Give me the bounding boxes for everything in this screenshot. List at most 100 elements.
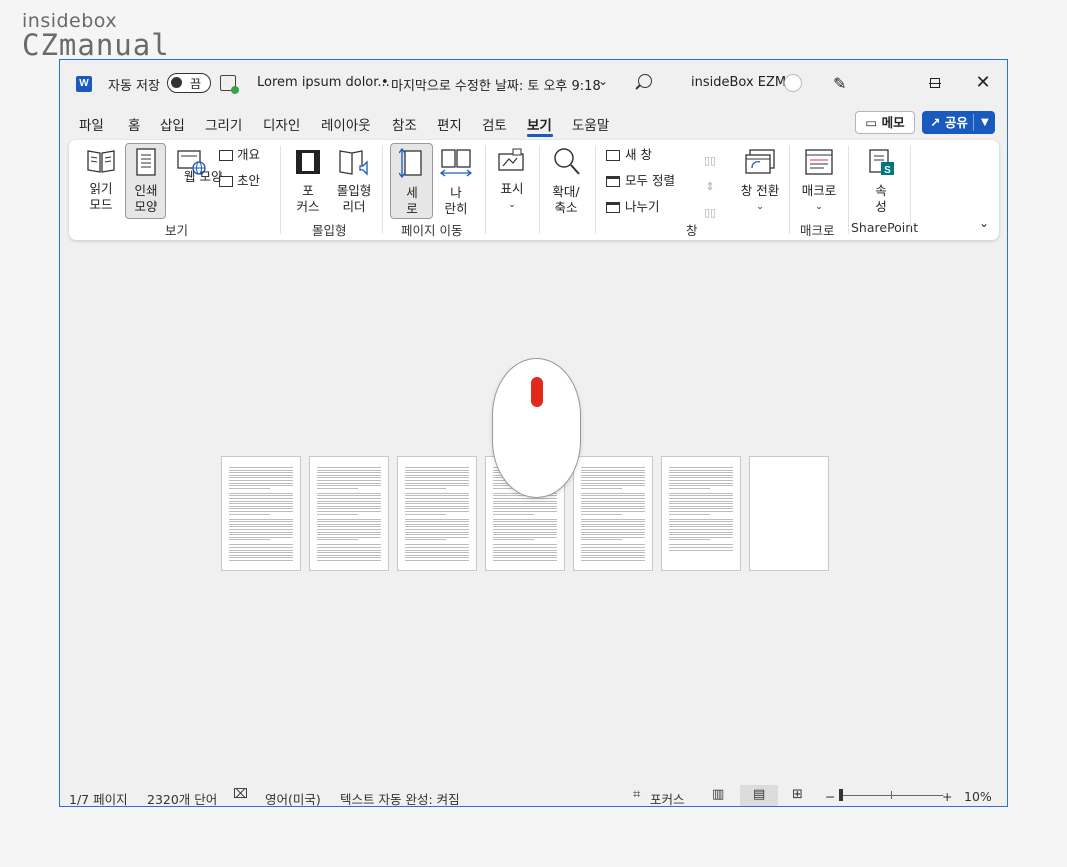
text-line bbox=[229, 474, 293, 476]
page-thumbnail[interactable] bbox=[661, 456, 741, 571]
save-icon[interactable] bbox=[220, 75, 239, 94]
vertical-button[interactable]: 세 로 bbox=[391, 147, 433, 217]
text-line bbox=[405, 557, 469, 559]
text-line bbox=[493, 498, 557, 499]
print-layout-button[interactable]: 인쇄 모양 bbox=[126, 148, 166, 215]
properties-button[interactable]: S 속 성 bbox=[859, 148, 903, 215]
avatar[interactable] bbox=[784, 74, 802, 92]
tab-view[interactable]: 보기 bbox=[527, 114, 552, 134]
text-line bbox=[405, 498, 469, 499]
document-title[interactable]: Lorem ipsum dolor... bbox=[257, 75, 390, 90]
tab-review[interactable]: 검토 bbox=[482, 114, 507, 134]
user-name[interactable]: insideBox EZM bbox=[691, 75, 786, 90]
side-by-side-button[interactable]: 나 란히 bbox=[437, 148, 475, 217]
arrange-all-button[interactable]: 모두 정렬 bbox=[606, 173, 675, 189]
page-thumbnail[interactable] bbox=[573, 456, 653, 571]
language[interactable]: 영어(미국) bbox=[265, 789, 321, 806]
focus-mode-label[interactable]: 포커스 bbox=[650, 789, 685, 806]
tab-design[interactable]: 디자인 bbox=[263, 114, 300, 134]
read-mode-icon[interactable]: ▥ bbox=[712, 787, 724, 802]
tab-layout[interactable]: 레이아웃 bbox=[321, 114, 371, 134]
designer-pen-icon[interactable]: ✎ bbox=[833, 74, 846, 93]
collapse-ribbon-icon[interactable]: ⌄ bbox=[979, 216, 989, 230]
text-line bbox=[669, 536, 733, 538]
page-count[interactable]: 1/7 페이지 bbox=[69, 789, 128, 806]
text-line bbox=[229, 480, 293, 481]
text-line bbox=[317, 560, 381, 561]
view-side-by-side-icon[interactable]: ▯▯ bbox=[704, 148, 716, 174]
text-line bbox=[317, 521, 381, 523]
search-icon[interactable] bbox=[638, 74, 652, 88]
sync-scroll-icon[interactable]: ⇕ bbox=[704, 174, 716, 200]
tab-home[interactable]: 홈 bbox=[128, 114, 140, 134]
proofing-icon[interactable]: ⌧ bbox=[233, 787, 248, 802]
text-line bbox=[669, 482, 733, 484]
draft-icon bbox=[219, 176, 233, 187]
share-divider bbox=[973, 114, 974, 131]
zoom-slider-thumb[interactable] bbox=[839, 789, 843, 801]
text-line bbox=[229, 523, 293, 525]
tab-references[interactable]: 참조 bbox=[392, 114, 417, 134]
focus-icon bbox=[296, 150, 320, 174]
maximize-button[interactable] bbox=[930, 78, 940, 88]
tab-insert[interactable]: 삽입 bbox=[160, 114, 185, 134]
outline-button[interactable]: 개요 bbox=[219, 147, 260, 163]
draft-button[interactable]: 초안 bbox=[219, 173, 260, 189]
switch-windows-label: 창 전환 bbox=[740, 183, 780, 198]
chevron-down-icon[interactable]: ⌄ bbox=[598, 74, 608, 88]
text-line bbox=[405, 467, 469, 468]
separator bbox=[910, 146, 911, 234]
switch-windows-button[interactable]: 창 전환 ⌄ bbox=[737, 148, 783, 215]
zoom-in-button[interactable]: + bbox=[942, 789, 952, 804]
text-line bbox=[317, 508, 381, 510]
web-layout-icon[interactable]: ⊞ bbox=[792, 787, 803, 802]
text-line bbox=[229, 531, 293, 533]
text-line bbox=[405, 539, 446, 541]
page-thumbnail[interactable] bbox=[221, 456, 301, 571]
text-line bbox=[317, 531, 381, 533]
read-mode-button[interactable]: 읽기 모드 bbox=[83, 148, 119, 213]
text-predictions[interactable]: 텍스트 자동 완성: 켜짐 bbox=[340, 789, 460, 806]
text-line bbox=[669, 529, 733, 530]
comments-button[interactable]: ▭ 메모 bbox=[855, 111, 915, 134]
new-window-label: 새 창 bbox=[625, 147, 652, 162]
web-layout-button[interactable]: 웹 모양 bbox=[170, 148, 222, 185]
new-window-button[interactable]: 새 창 bbox=[606, 147, 652, 163]
tab-help[interactable]: 도움말 bbox=[572, 114, 609, 134]
word-count[interactable]: 2320개 단어 bbox=[147, 789, 217, 806]
zoom-level[interactable]: 10% bbox=[964, 789, 992, 804]
comment-icon: ▭ bbox=[865, 115, 878, 130]
tab-file[interactable]: 파일 bbox=[79, 114, 104, 134]
tab-draw[interactable]: 그리기 bbox=[205, 114, 242, 134]
share-label: 공유 bbox=[944, 115, 968, 130]
reset-window-icon[interactable]: ▯▯ bbox=[704, 200, 716, 226]
zoom-button[interactable]: 확대/ 축소 bbox=[545, 145, 587, 216]
zoom-out-button[interactable]: − bbox=[825, 789, 835, 804]
window-group-label: 창 bbox=[686, 223, 698, 238]
page-thumbnail[interactable] bbox=[309, 456, 389, 571]
text-line bbox=[229, 505, 293, 507]
text-line bbox=[493, 544, 557, 546]
chevron-down-icon[interactable]: ▼ bbox=[981, 111, 989, 134]
text-line bbox=[405, 495, 469, 497]
text-line bbox=[317, 495, 381, 497]
text-line bbox=[229, 495, 293, 497]
text-line bbox=[581, 508, 645, 510]
focus-button[interactable]: 포 커스 bbox=[291, 148, 325, 215]
text-line bbox=[229, 500, 293, 502]
page-thumbnail[interactable] bbox=[749, 456, 829, 571]
immersive-reader-button[interactable]: 몰입형 리더 bbox=[333, 148, 375, 215]
text-line bbox=[229, 511, 293, 512]
close-button[interactable]: ✕ bbox=[970, 71, 996, 95]
text-line bbox=[581, 482, 645, 484]
show-button[interactable]: 표시 ⌄ bbox=[494, 148, 530, 213]
text-line bbox=[405, 513, 446, 515]
macros-button[interactable]: 매크로 ⌄ bbox=[797, 148, 841, 215]
tab-mailings[interactable]: 편지 bbox=[437, 114, 462, 134]
split-button[interactable]: 나누기 bbox=[606, 199, 660, 215]
last-modified[interactable]: 마지막으로 수정한 날짜: 토 오후 9:18 bbox=[391, 75, 601, 94]
autosave-toggle[interactable]: 끔 bbox=[167, 73, 211, 93]
share-button[interactable]: ↗ 공유 ▼ bbox=[922, 111, 995, 134]
page-thumbnail[interactable] bbox=[397, 456, 477, 571]
print-layout-icon[interactable]: ▤ bbox=[753, 787, 765, 802]
